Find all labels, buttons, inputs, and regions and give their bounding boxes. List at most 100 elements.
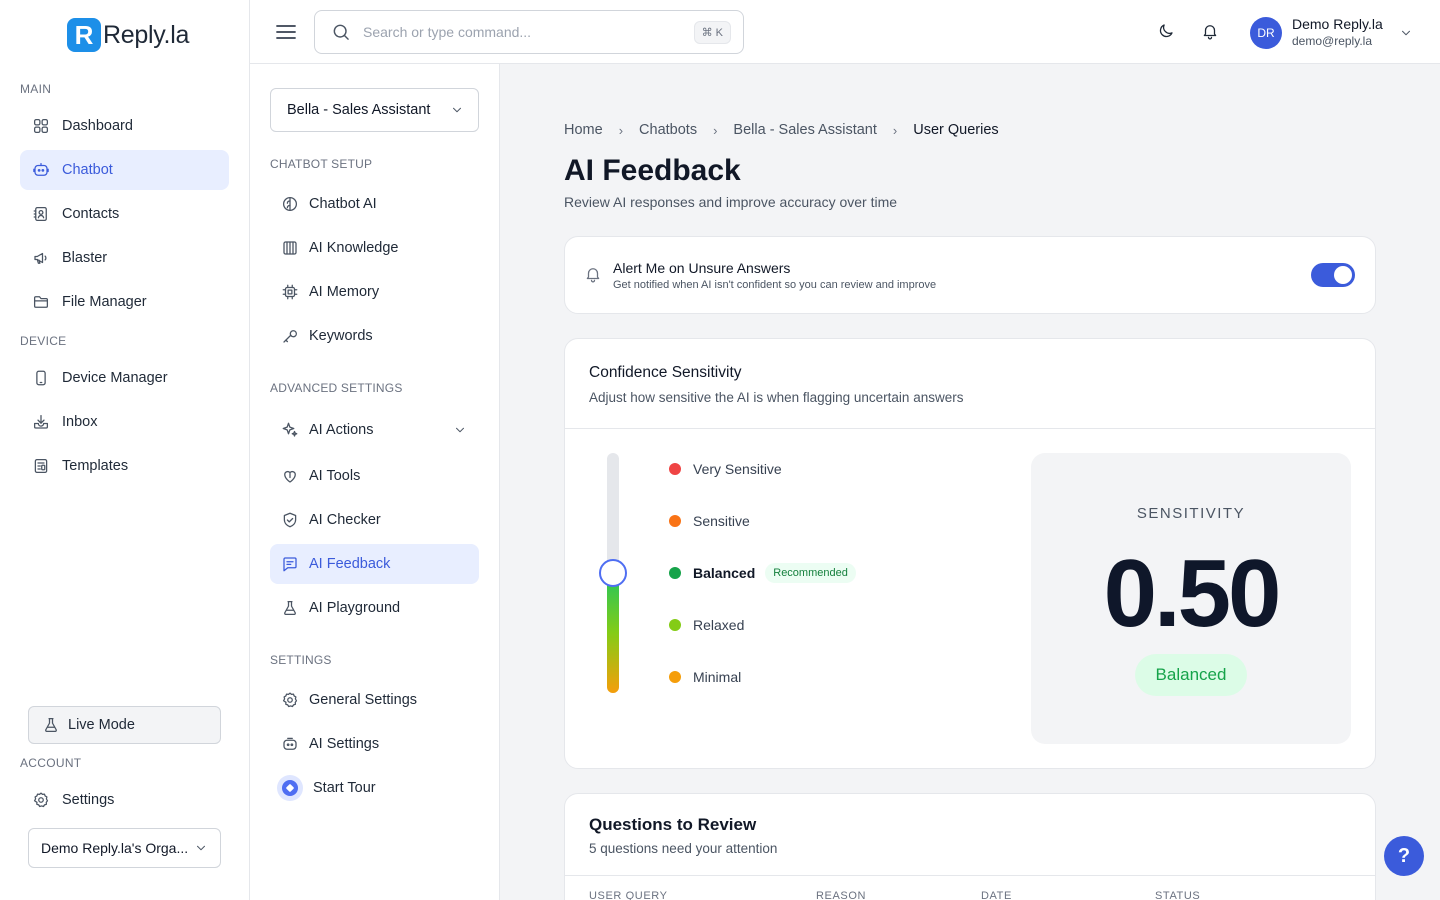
panel-item-keywords[interactable]: Keywords bbox=[270, 316, 479, 356]
panel-item-start-tour[interactable]: Start Tour bbox=[270, 768, 479, 808]
recommended-badge: Recommended bbox=[765, 563, 856, 583]
brand-logo[interactable]: R Reply.la bbox=[67, 18, 189, 52]
alert-description: Get notified when AI isn't confident so … bbox=[613, 279, 937, 291]
panel-item-ai-tools[interactable]: AI Tools bbox=[270, 456, 479, 496]
search-input[interactable] bbox=[363, 24, 682, 40]
sidebar-item-blaster[interactable]: Blaster bbox=[20, 238, 229, 278]
column-header-user-query[interactable]: USER QUERY bbox=[589, 890, 668, 900]
organization-name: Demo Reply.la's Orga... bbox=[41, 840, 189, 856]
breadcrumb: Home › Chatbots › Bella - Sales Assistan… bbox=[564, 122, 999, 138]
theme-toggle-button[interactable] bbox=[1157, 22, 1175, 40]
level-label: Relaxed bbox=[693, 617, 745, 633]
templates-icon bbox=[32, 457, 50, 475]
column-header-reason[interactable]: REASON bbox=[816, 890, 866, 900]
flask-icon bbox=[42, 716, 60, 734]
section-label-device: DEVICE bbox=[20, 334, 67, 348]
panel-item-ai-actions[interactable]: AI Actions bbox=[270, 410, 479, 450]
level-label: Sensitive bbox=[693, 513, 750, 529]
menu-toggle-button[interactable] bbox=[275, 20, 297, 44]
top-bar: ⌘ K DR Demo Reply.la demo@reply.la bbox=[250, 0, 1440, 64]
section-label-advanced-settings: ADVANCED SETTINGS bbox=[270, 381, 403, 395]
sensitivity-slider-thumb[interactable] bbox=[599, 559, 627, 587]
breadcrumb-bot[interactable]: Bella - Sales Assistant bbox=[733, 122, 876, 138]
panel-item-label: AI Memory bbox=[309, 284, 380, 300]
level-balanced[interactable]: Balanced Recommended bbox=[669, 563, 856, 583]
live-mode-button[interactable]: Live Mode bbox=[28, 706, 221, 744]
column-header-status[interactable]: STATUS bbox=[1155, 890, 1200, 900]
user-info: Demo Reply.la demo@reply.la bbox=[1292, 16, 1383, 49]
gear-icon bbox=[32, 791, 50, 809]
panel-item-chatbot-ai[interactable]: Chatbot AI bbox=[270, 184, 479, 224]
panel-item-ai-settings[interactable]: AI Settings bbox=[270, 724, 479, 764]
shortcut-hint: ⌘ K bbox=[693, 20, 731, 44]
logo-mark: R bbox=[67, 18, 101, 52]
sensitivity-slider-fill bbox=[607, 573, 619, 693]
sidebar-item-settings[interactable]: Settings bbox=[20, 780, 229, 820]
questions-title: Questions to Review bbox=[589, 815, 757, 834]
breadcrumb-chatbots[interactable]: Chatbots bbox=[639, 122, 697, 138]
user-name: Demo Reply.la bbox=[1292, 16, 1383, 32]
breadcrumb-current: User Queries bbox=[913, 122, 999, 138]
panel-item-ai-playground[interactable]: AI Playground bbox=[270, 588, 479, 628]
level-minimal[interactable]: Minimal bbox=[669, 667, 741, 687]
questions-review-card: Questions to Review 5 questions need you… bbox=[564, 793, 1376, 900]
level-label: Minimal bbox=[693, 669, 742, 685]
panel-item-label: AI Actions bbox=[309, 422, 374, 438]
chevron-down-icon[interactable] bbox=[453, 423, 467, 437]
alert-toggle[interactable] bbox=[1311, 263, 1355, 287]
panel-item-ai-memory[interactable]: AI Memory bbox=[270, 272, 479, 312]
sidebar-item-device-manager[interactable]: Device Manager bbox=[20, 358, 229, 398]
hamburger-icon bbox=[276, 25, 296, 39]
level-label: Balanced bbox=[693, 565, 756, 581]
panel-item-ai-knowledge[interactable]: AI Knowledge bbox=[270, 228, 479, 268]
sidebar-item-templates[interactable]: Templates bbox=[20, 446, 229, 486]
help-button[interactable]: ? bbox=[1384, 836, 1424, 876]
sensitivity-value: 0.50 bbox=[1103, 540, 1282, 647]
bot-icon bbox=[32, 161, 50, 179]
sidebar-item-file-manager[interactable]: File Manager bbox=[20, 282, 229, 322]
panel-item-general-settings[interactable]: General Settings bbox=[270, 680, 479, 720]
inbox-icon bbox=[32, 413, 50, 431]
sidebar-item-label: Settings bbox=[62, 792, 115, 808]
book-icon bbox=[281, 239, 299, 257]
chevron-right-icon: › bbox=[618, 122, 624, 138]
sidebar-item-label: Templates bbox=[62, 458, 129, 474]
organization-select[interactable]: Demo Reply.la's Orga... bbox=[28, 828, 221, 868]
level-sensitive[interactable]: Sensitive bbox=[669, 511, 750, 531]
panel-item-ai-checker[interactable]: AI Checker bbox=[270, 500, 479, 540]
search-box[interactable]: ⌘ K bbox=[314, 10, 744, 54]
level-label: Very Sensitive bbox=[693, 461, 782, 477]
breadcrumb-home[interactable]: Home bbox=[564, 122, 603, 138]
sidebar-item-dashboard[interactable]: Dashboard bbox=[20, 106, 229, 146]
panel-item-label: AI Settings bbox=[309, 736, 380, 752]
chevron-down-icon bbox=[1399, 26, 1413, 40]
sensitivity-display: SENSITIVITY 0.50 Balanced bbox=[1031, 453, 1351, 744]
page-title: AI Feedback bbox=[564, 154, 741, 187]
notifications-button[interactable] bbox=[1201, 22, 1219, 40]
sparkle-icon bbox=[281, 421, 299, 439]
level-dot bbox=[669, 463, 681, 475]
level-dot bbox=[669, 671, 681, 683]
sidebar-item-chatbot[interactable]: Chatbot bbox=[20, 150, 229, 190]
sidebar-item-contacts[interactable]: Contacts bbox=[20, 194, 229, 234]
sidebar-item-inbox[interactable]: Inbox bbox=[20, 402, 229, 442]
chatbot-settings-panel: Bella - Sales Assistant CHATBOT SETUP Ch… bbox=[250, 64, 500, 900]
panel-item-label: Start Tour bbox=[313, 780, 376, 796]
chatbot-select-value: Bella - Sales Assistant bbox=[287, 102, 431, 118]
brain-icon bbox=[281, 195, 299, 213]
chatbot-select[interactable]: Bella - Sales Assistant bbox=[270, 88, 479, 132]
chevron-down-icon bbox=[194, 841, 208, 855]
panel-item-label: AI Knowledge bbox=[309, 240, 399, 256]
level-dot bbox=[669, 515, 681, 527]
sidebar-item-label: Blaster bbox=[62, 250, 108, 266]
panel-item-ai-feedback[interactable]: AI Feedback bbox=[270, 544, 479, 584]
toggle-knob bbox=[1334, 266, 1352, 284]
level-very-sensitive[interactable]: Very Sensitive bbox=[669, 459, 782, 479]
chip-icon bbox=[281, 283, 299, 301]
confidence-sensitivity-card: Confidence Sensitivity Adjust how sensit… bbox=[564, 338, 1376, 769]
user-menu[interactable]: DR Demo Reply.la demo@reply.la bbox=[1250, 16, 1413, 49]
column-header-date[interactable]: DATE bbox=[981, 890, 1012, 900]
key-icon bbox=[281, 327, 299, 345]
level-dot bbox=[669, 619, 681, 631]
level-relaxed[interactable]: Relaxed bbox=[669, 615, 744, 635]
